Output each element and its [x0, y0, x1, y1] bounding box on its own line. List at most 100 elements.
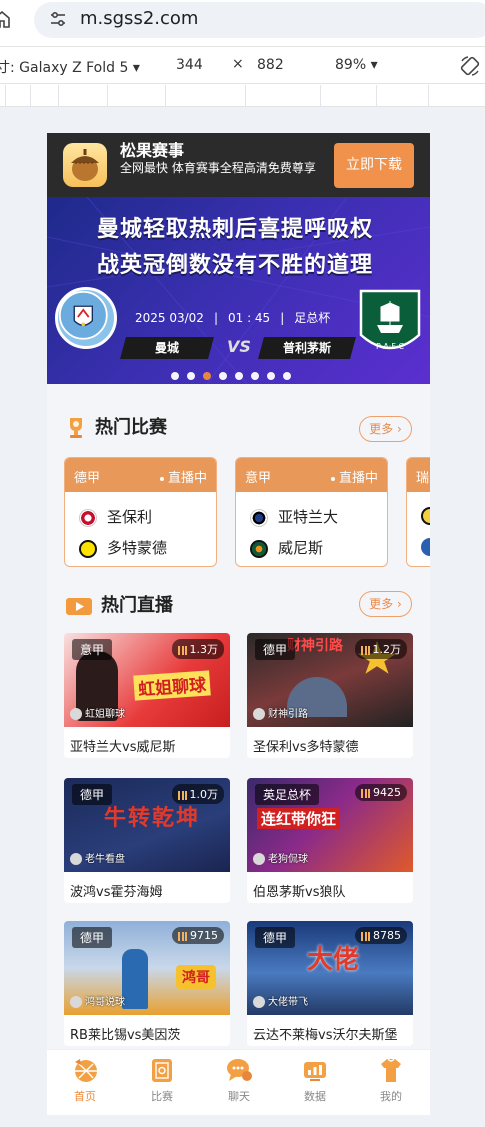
carousel-dot[interactable] [283, 372, 291, 380]
device-toolbar: 寸: Galaxy Z Fold 5 ▾ 344 × 882 89% ▾ [0, 46, 485, 84]
carousel-dot[interactable] [171, 372, 179, 380]
team-badge-icon [421, 506, 430, 525]
mobile-page: 松果赛事 全网最快 体育赛事全程高清免费尊享 立即下载 曼城轻取热刺后喜提呼吸权… [47, 133, 430, 1115]
site-settings-icon[interactable] [48, 9, 68, 29]
dimension-separator: × [232, 56, 244, 72]
download-bar: 松果赛事 全网最快 体育赛事全程高清免费尊享 立即下载 [47, 133, 430, 197]
player-figure [122, 949, 148, 1009]
bottom-tab-bar: 首页 比赛 聊天 数据 我的 [47, 1049, 430, 1115]
league-tag: 意甲 [72, 639, 113, 660]
live-card[interactable]: 鸿哥 德甲 9715 鸿哥说球 RB莱比锡vs美因茨 [64, 921, 230, 1046]
tab-label: 数据 [304, 1090, 326, 1103]
thumbnail-overlay-text: 虹姐聊球 [133, 670, 211, 701]
anchor-name: 老狗侃球 [253, 850, 308, 865]
hot-live-more-button[interactable]: 更多 › [359, 591, 412, 617]
match-status: 直播中 [331, 467, 378, 486]
anchor-name: 鸿哥说球 [70, 993, 125, 1008]
carousel-dot[interactable] [219, 372, 227, 380]
view-count: 9425 [355, 784, 407, 801]
view-count: 9715 [172, 927, 224, 944]
league-tag: 德甲 [72, 927, 113, 948]
match-status: 直播中 [160, 467, 207, 486]
height-field[interactable]: 882 [257, 57, 284, 73]
carousel-dot[interactable] [267, 372, 275, 380]
ruler [0, 85, 485, 107]
browser-url-bar: m.sgss2.com [0, 0, 485, 42]
device-select[interactable]: 寸: Galaxy Z Fold 5 ▾ [0, 57, 140, 77]
svg-text:P·A·F·C: P·A·F·C [376, 342, 405, 351]
match-team-home: 亚特兰大 [250, 506, 338, 527]
away-team-name: 普利茅斯 [282, 341, 331, 355]
carousel-dots[interactable] [171, 365, 299, 380]
banner-match-info: 2025 03/02 | 01 : 45 | 足总杯 [135, 311, 331, 325]
tab-data[interactable]: 数据 [285, 1056, 345, 1104]
away-team-plate: 普利茅斯 [258, 337, 356, 359]
carousel-dot[interactable] [187, 372, 195, 380]
tab-profile[interactable]: 我的 [361, 1056, 421, 1104]
match-card[interactable]: 瑞 [406, 457, 430, 567]
plymouth-badge-icon: P·A·F·C [357, 287, 423, 363]
tab-home[interactable]: 首页 [55, 1056, 115, 1104]
live-card[interactable]: 牛转乾坤 德甲 1.0万 老牛看盘 波鸿vs霍芬海姆 [64, 778, 230, 903]
manchester-city-badge-icon [55, 287, 117, 349]
tab-match[interactable]: 比赛 [132, 1056, 192, 1104]
banner-headline-1: 曼城轻取热刺后喜提呼吸权 [97, 217, 374, 242]
anchor-name: 大佬带飞 [253, 993, 308, 1008]
league-tag: 德甲 [255, 639, 296, 660]
live-tv-icon [66, 598, 92, 615]
banner-date: 2025 03/02 [135, 311, 204, 325]
home-team-plate: 曼城 [120, 337, 214, 359]
promo-banner[interactable]: 曼城轻取热刺后喜提呼吸权 战英冠倒数没有不胜的道理 P·A·F·C 2025 0… [47, 197, 430, 384]
tab-label: 比赛 [151, 1090, 173, 1103]
tab-label: 聊天 [228, 1090, 250, 1103]
thumbnail-overlay-text: 牛转乾坤 [104, 806, 201, 831]
match-league: 意甲 [245, 471, 272, 486]
live-card[interactable]: 虹姐聊球 意甲 1.3万 虹姐聊球 亚特兰大vs威尼斯 [64, 633, 230, 758]
carousel-dot[interactable] [251, 372, 259, 380]
banner-headline-2: 战英冠倒数没有不胜的道理 [97, 253, 374, 278]
thumbnail-overlay-text: 鸿哥 [176, 965, 216, 989]
match-card[interactable]: 德甲 直播中 圣保利 多特蒙德 [64, 457, 217, 567]
match-card[interactable]: 意甲 直播中 亚特兰大 威尼斯 [235, 457, 388, 567]
dortmund-badge-icon [79, 539, 97, 558]
league-tag: 英足总杯 [255, 784, 320, 805]
download-button[interactable]: 立即下载 [334, 143, 414, 188]
team-badge-icon [421, 537, 430, 556]
width-field[interactable]: 344 [176, 57, 203, 73]
tab-label: 我的 [380, 1090, 402, 1103]
hot-live-title: 热门直播 [101, 595, 173, 616]
match-team-home [421, 506, 430, 525]
trophy-icon [70, 418, 82, 438]
match-team-away [421, 537, 430, 556]
live-caption: 亚特兰大vs威尼斯 [70, 740, 176, 755]
app-description: 全网最快 体育赛事全程高清免费尊享 [120, 161, 316, 175]
zoom-select[interactable]: 89% ▾ [335, 57, 378, 73]
carousel-dot-active[interactable] [203, 372, 211, 380]
view-count: 8785 [355, 927, 407, 944]
hot-matches-more-button[interactable]: 更多 › [359, 416, 412, 442]
hot-matches-title: 热门比赛 [95, 417, 167, 438]
profile-icon [381, 1058, 401, 1082]
thumbnail-overlay-text: 连红带你狂 [257, 808, 341, 829]
banner-competition: 足总杯 [294, 311, 331, 325]
hot-matches-header: 热门比赛 [65, 413, 167, 440]
match-team-home: 圣保利 [79, 506, 152, 527]
tab-chat[interactable]: 聊天 [209, 1056, 269, 1104]
home-icon[interactable] [0, 10, 10, 28]
live-caption: RB莱比锡vs美因茨 [70, 1028, 181, 1043]
live-card[interactable]: 连红带你狂 英足总杯 9425 老狗侃球 伯恩茅斯vs狼队 [247, 778, 413, 903]
url-text[interactable]: m.sgss2.com [80, 8, 198, 29]
venezia-badge-icon [250, 539, 268, 558]
thumbnail-overlay-text: 财神引路 [287, 638, 343, 654]
chat-icon [227, 1059, 252, 1081]
live-card[interactable]: 财神引路 德甲 1.2万 财神引路 圣保利vs多特蒙德 [247, 633, 413, 758]
match-league: 瑞 [416, 471, 430, 486]
anchor-name: 虹姐聊球 [70, 705, 125, 720]
league-tag: 德甲 [255, 927, 296, 948]
live-card[interactable]: 大佬 德甲 8785 大佬带飞 云达不莱梅vs沃尔夫斯堡 [247, 921, 413, 1046]
carousel-dot[interactable] [235, 372, 243, 380]
live-caption: 伯恩茅斯vs狼队 [253, 885, 346, 900]
view-count: 1.0万 [171, 784, 224, 804]
live-caption: 云达不莱梅vs沃尔夫斯堡 [253, 1028, 398, 1043]
rotate-icon[interactable] [459, 55, 481, 77]
